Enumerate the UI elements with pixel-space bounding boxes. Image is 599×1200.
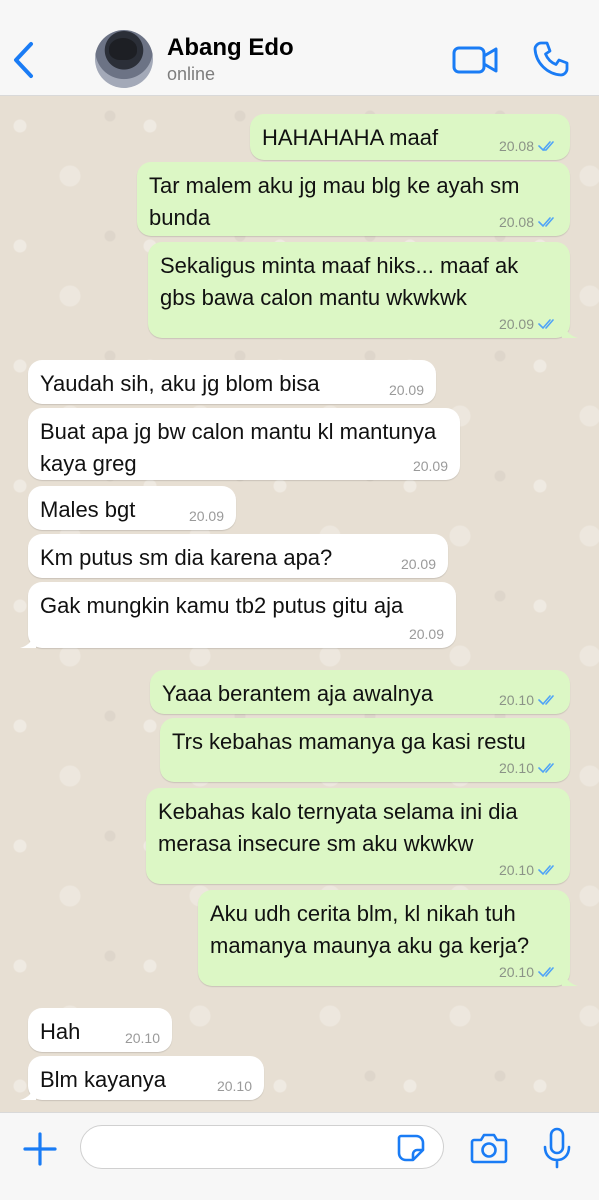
message-bubble-incoming[interactable]: Km putus sm dia karena apa? 20.09 [28, 534, 448, 578]
message-bubble-outgoing[interactable]: Trs kebahas mamanya ga kasi restu 20.10 [160, 718, 570, 782]
message-meta: 20.09 [409, 626, 444, 642]
chat-messages-area[interactable]: HAHAHAHA maaf 20.08 Tar malem aku jg mau… [0, 96, 599, 1112]
bubble-tail [20, 1082, 36, 1100]
read-receipt-icon [538, 865, 554, 876]
message-bubble-outgoing[interactable]: Kebahas kalo ternyata selama ini dia mer… [146, 788, 570, 884]
message-text: Tar malem aku jg mau blg ke ayah sm bund… [149, 173, 520, 230]
message-meta: 20.09 [401, 556, 436, 572]
contact-status: online [167, 64, 216, 84]
message-meta: 20.09 [413, 458, 448, 474]
message-time: 20.09 [498, 316, 534, 332]
message-time: 20.08 [498, 214, 534, 230]
message-time: 20.10 [498, 692, 534, 708]
message-meta: 20.10 [499, 862, 558, 878]
message-time: 20.08 [498, 138, 534, 154]
microphone-icon[interactable] [542, 1127, 572, 1169]
message-time: 20.09 [188, 508, 224, 524]
sticker-icon[interactable] [396, 1133, 426, 1163]
message-meta: 20.10 [499, 760, 558, 776]
read-receipt-icon [538, 967, 554, 978]
message-bubble-outgoing[interactable]: Tar malem aku jg mau blg ke ayah sm bund… [137, 162, 570, 236]
message-text: Trs kebahas mamanya ga kasi restu [172, 729, 526, 754]
message-text: Kebahas kalo ternyata selama ini dia mer… [158, 799, 518, 856]
message-text: Gak mungkin kamu tb2 putus gitu aja [40, 593, 404, 618]
message-bubble-incoming[interactable]: Males bgt 20.09 [28, 486, 236, 530]
message-meta: 20.09 [389, 382, 424, 398]
message-meta: 20.08 [499, 138, 558, 154]
message-bubble-incoming[interactable]: Yaudah sih, aku jg blom bisa 20.09 [28, 360, 436, 404]
message-bubble-outgoing[interactable]: Yaaa berantem aja awalnya 20.10 [150, 670, 570, 714]
video-call-icon[interactable] [452, 44, 498, 76]
message-time: 20.10 [498, 760, 534, 776]
message-meta: 20.10 [125, 1030, 160, 1046]
message-time: 20.10 [216, 1078, 252, 1094]
message-time: 20.10 [124, 1030, 160, 1046]
bubble-tail [562, 320, 578, 338]
bubble-tail [20, 630, 36, 648]
bubble-tail [562, 968, 578, 986]
message-bubble-incoming[interactable]: Hah 20.10 [28, 1008, 172, 1052]
phone-call-icon[interactable] [532, 40, 570, 78]
read-receipt-icon [538, 141, 554, 152]
contact-avatar[interactable] [95, 30, 153, 88]
read-receipt-icon [538, 217, 554, 228]
message-time: 20.09 [412, 458, 448, 474]
message-bubble-incoming[interactable]: Blm kayanya 20.10 [20, 1056, 264, 1100]
camera-icon[interactable] [470, 1131, 508, 1165]
message-input[interactable] [80, 1125, 444, 1169]
message-bubble-incoming[interactable]: Gak mungkin kamu tb2 putus gitu aja 20.0… [20, 582, 456, 648]
message-meta: 20.09 [499, 316, 558, 332]
message-time: 20.10 [498, 862, 534, 878]
message-time: 20.09 [400, 556, 436, 572]
message-bubble-outgoing[interactable]: Aku udh cerita blm, kl nikah tuh mamanya… [198, 890, 578, 986]
read-receipt-icon [538, 695, 554, 706]
message-meta: 20.10 [499, 692, 558, 708]
message-meta: 20.09 [189, 508, 224, 524]
message-composer [0, 1112, 599, 1200]
chat-header: Abang Edo online [0, 0, 599, 96]
message-text: Sekaligus minta maaf hiks... maaf ak gbs… [160, 253, 519, 310]
contact-name[interactable]: Abang Edo [167, 34, 294, 62]
message-bubble-incoming[interactable]: Buat apa jg bw calon mantu kl mantunya k… [28, 408, 460, 480]
message-time: 20.10 [498, 964, 534, 980]
message-text: Yaudah sih, aku jg blom bisa [40, 371, 320, 396]
message-time: 20.09 [408, 626, 444, 642]
message-meta: 20.10 [217, 1078, 252, 1094]
read-receipt-icon [538, 763, 554, 774]
message-meta: 20.10 [499, 964, 558, 980]
message-time: 20.09 [388, 382, 424, 398]
plus-icon[interactable] [22, 1131, 58, 1167]
message-meta: 20.08 [499, 214, 558, 230]
message-bubble-outgoing[interactable]: HAHAHAHA maaf 20.08 [250, 114, 570, 160]
message-text: Buat apa jg bw calon mantu kl mantunya k… [40, 419, 437, 476]
message-text: Aku udh cerita blm, kl nikah tuh mamanya… [210, 901, 530, 958]
read-receipt-icon [538, 319, 554, 330]
back-chevron-icon[interactable] [10, 40, 40, 80]
message-text: Km putus sm dia karena apa? [40, 545, 333, 570]
message-bubble-outgoing[interactable]: Sekaligus minta maaf hiks... maaf ak gbs… [148, 242, 578, 338]
